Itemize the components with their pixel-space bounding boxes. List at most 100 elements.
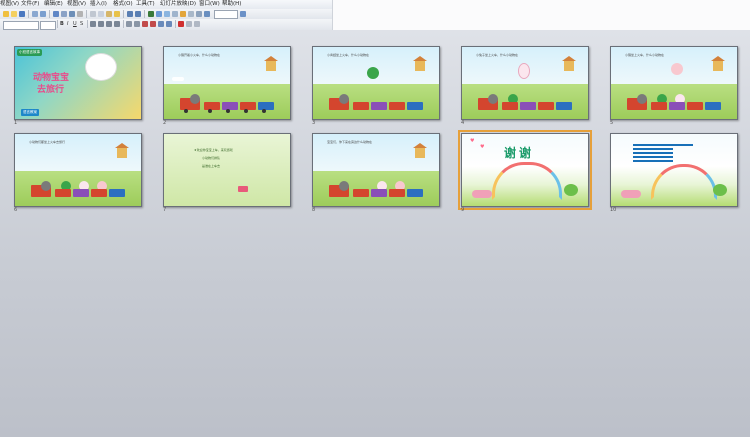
insert-hyperlink-icon[interactable] xyxy=(172,11,178,17)
increase-indent-icon[interactable] xyxy=(166,21,172,27)
wheel xyxy=(262,109,266,113)
toolbar-divider xyxy=(144,10,145,18)
new-slide-icon[interactable] xyxy=(194,21,200,27)
print-preview-icon[interactable] xyxy=(61,11,67,17)
menu-insert[interactable]: 插入(I) xyxy=(90,0,107,9)
grid-icon[interactable] xyxy=(196,11,202,17)
expand-icon[interactable] xyxy=(180,11,186,17)
slide-thumbnail-4[interactable]: 小兔子坐上火车，什么小动物在 xyxy=(461,46,589,120)
menu-slideshow[interactable]: 幻灯片放映(D) xyxy=(160,0,196,9)
text-line-shape xyxy=(633,152,673,154)
train-car xyxy=(240,102,256,110)
train-car xyxy=(687,102,703,110)
table-icon[interactable] xyxy=(156,11,162,17)
color-grayscale-icon[interactable] xyxy=(204,11,210,17)
font-color-icon[interactable] xyxy=(178,21,184,27)
menu-edit[interactable]: 编辑(E) xyxy=(44,0,63,9)
menu-view-partial[interactable]: 视图(V) xyxy=(0,0,19,9)
permission-icon[interactable] xyxy=(32,11,38,17)
train-car xyxy=(204,102,220,110)
small-sticker xyxy=(238,186,248,192)
cut-icon[interactable] xyxy=(90,11,96,17)
house-illustration xyxy=(413,56,427,71)
slide-thumbnail-8[interactable]: 宝宝们，你下来在旁边什么动物在 xyxy=(312,133,440,207)
slide-thumbnail-3[interactable]: 小青蛙坐上火车，什么小动物在 xyxy=(312,46,440,120)
slide-thumbnail-10[interactable] xyxy=(610,133,738,207)
slide-thumbnail-2[interactable]: 小猪开着小火车，什么小动物在 xyxy=(163,46,291,120)
train-illustration xyxy=(27,181,125,200)
shadow-icon[interactable]: S xyxy=(80,21,83,28)
align-right-icon[interactable] xyxy=(106,21,112,27)
redo-icon[interactable] xyxy=(135,11,141,17)
bold-icon[interactable]: B xyxy=(60,21,64,28)
menu-format[interactable]: 格式(O) xyxy=(113,0,133,9)
elephant-figure xyxy=(339,94,349,104)
slide-text: 宝宝们，你下来在旁边什么动物在 xyxy=(327,140,373,144)
format-painter-icon[interactable] xyxy=(114,11,120,17)
font-name-field[interactable] xyxy=(3,21,39,30)
slide-text-line: 是谁在上车去 xyxy=(202,164,221,168)
train-car xyxy=(109,189,125,197)
slide-thumbnail-1[interactable]: 小班语言故事 动物宝宝 去旅行 语言教案 xyxy=(14,46,142,120)
align-center-icon[interactable] xyxy=(98,21,104,27)
train-illustration xyxy=(325,181,423,200)
train-car xyxy=(556,102,572,110)
new-icon[interactable] xyxy=(3,11,9,17)
bullets-icon[interactable] xyxy=(134,21,140,27)
chart-icon[interactable] xyxy=(148,11,154,17)
help-icon[interactable] xyxy=(240,11,246,17)
slide-number: 6 xyxy=(14,207,18,213)
cover-title-line2: 去旅行 xyxy=(37,85,65,95)
save-icon[interactable] xyxy=(19,11,25,17)
slide-thumbnail-9[interactable]: 谢谢 ♥ ♥ xyxy=(458,130,592,210)
wheel xyxy=(226,109,230,113)
align-left-icon[interactable] xyxy=(90,21,96,27)
menu-window[interactable]: 窗口(W) xyxy=(199,0,220,9)
design-icon[interactable] xyxy=(186,21,192,27)
slide-thumbnail-5[interactable]: 小猪坐上火车，什么小动物在 xyxy=(610,46,738,120)
toolbar-divider xyxy=(175,20,176,28)
train-car xyxy=(353,102,369,110)
increase-font-icon[interactable] xyxy=(142,21,148,27)
train-car xyxy=(538,102,554,110)
menu-view[interactable]: 视图(V) xyxy=(67,0,86,9)
justify-icon[interactable] xyxy=(114,21,120,27)
menu-tools[interactable]: 工具(T) xyxy=(136,0,155,9)
toolbar-divider xyxy=(57,20,58,28)
show-formatting-icon[interactable] xyxy=(188,11,194,17)
slide-number: 10 xyxy=(610,207,617,213)
undo-icon[interactable] xyxy=(127,11,133,17)
slide-thumbnail-7[interactable]: ★欢迎你宝宝上车，来玩游戏 小动物们排队 是谁在上车去 xyxy=(163,133,291,207)
italic-icon[interactable]: I xyxy=(67,21,68,28)
decrease-font-icon[interactable] xyxy=(150,21,156,27)
menu-help[interactable]: 帮助(H) xyxy=(222,0,241,9)
wheel xyxy=(244,109,248,113)
slide-thumbnail-6[interactable]: 小动物们都坐上火车去旅行 xyxy=(14,133,142,207)
print-icon[interactable] xyxy=(53,11,59,17)
menu-file[interactable]: 文件(F) xyxy=(21,0,39,9)
toolbar-empty-area xyxy=(332,0,750,31)
slide-number: 4 xyxy=(461,120,465,126)
train-car xyxy=(407,189,423,197)
open-icon[interactable] xyxy=(11,11,17,17)
spelling-icon[interactable] xyxy=(69,11,75,17)
decrease-indent-icon[interactable] xyxy=(158,21,164,27)
house-illustration xyxy=(711,56,725,71)
children-illustration xyxy=(472,190,492,198)
heart-icon: ♥ xyxy=(480,144,485,150)
wheel xyxy=(184,109,188,113)
underline-icon[interactable]: U xyxy=(73,21,77,28)
paste-icon[interactable] xyxy=(106,11,112,17)
house-illustration xyxy=(413,143,427,158)
frog-figure xyxy=(367,67,379,79)
zoom-combo[interactable] xyxy=(214,10,238,19)
numbering-icon[interactable] xyxy=(126,21,132,27)
copy-icon[interactable] xyxy=(98,11,104,17)
tables-borders-icon[interactable] xyxy=(164,11,170,17)
email-icon[interactable] xyxy=(40,11,46,17)
train-car xyxy=(705,102,721,110)
research-icon[interactable] xyxy=(77,11,83,17)
train-car xyxy=(407,102,423,110)
font-size-field[interactable] xyxy=(40,21,56,30)
slide-number: 5 xyxy=(610,120,614,126)
